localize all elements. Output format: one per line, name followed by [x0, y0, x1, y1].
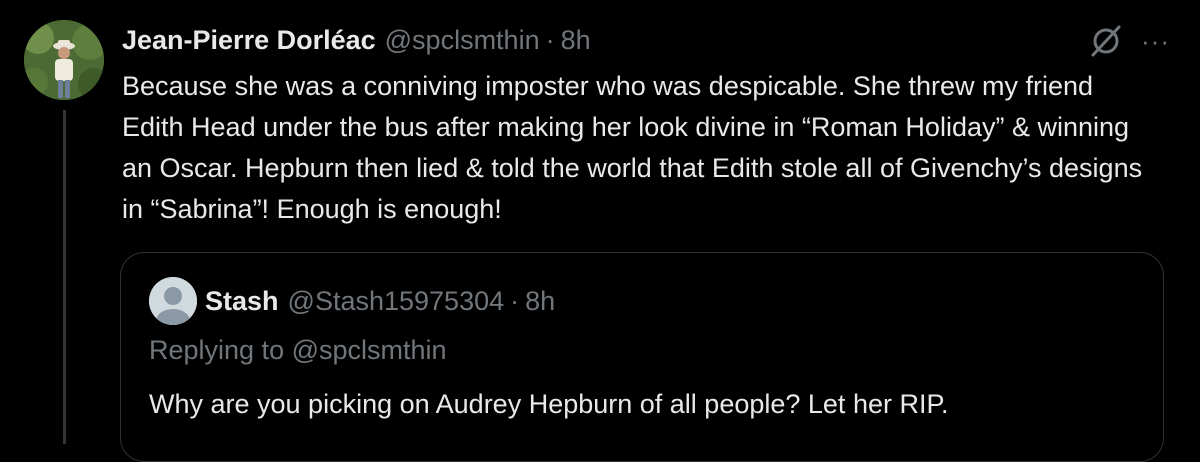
- author-name[interactable]: Jean-Pierre Dorléac: [122, 25, 376, 56]
- grok-icon[interactable]: [1087, 22, 1125, 60]
- replying-to-handle[interactable]: @spclsmthin: [292, 335, 447, 365]
- replying-to: Replying to @spclsmthin: [149, 335, 447, 366]
- tweet-actions: ···: [1087, 22, 1170, 60]
- quote-body: Why are you picking on Audrey Hepburn of…: [149, 389, 949, 419]
- profile-photo-icon: [24, 20, 104, 100]
- replying-to-label: Replying to: [149, 335, 285, 365]
- tweet-timestamp[interactable]: 8h: [561, 25, 591, 56]
- quote-author-avatar[interactable]: [149, 277, 197, 325]
- quote-header: Stash @Stash15975304 · 8h: [205, 281, 555, 321]
- quote-timestamp[interactable]: 8h: [525, 286, 555, 317]
- default-avatar-icon: [149, 277, 197, 325]
- author-avatar[interactable]: [24, 20, 104, 100]
- tweet-body: Because she was a conniving imposter who…: [122, 71, 1143, 224]
- quote-author-handle[interactable]: @Stash15975304: [288, 286, 505, 317]
- author-handle[interactable]: @spclsmthin: [385, 25, 540, 56]
- thread-line: [63, 110, 66, 444]
- tweet-header: Jean-Pierre Dorléac @spclsmthin · 8h: [122, 20, 591, 60]
- more-icon[interactable]: ···: [1141, 23, 1170, 59]
- separator-dot: ·: [545, 24, 555, 55]
- quote-author-name[interactable]: Stash: [205, 286, 279, 317]
- quote-separator-dot: ·: [510, 285, 520, 316]
- quoted-tweet-card[interactable]: Stash @Stash15975304 · 8h Replying to @s…: [120, 252, 1164, 462]
